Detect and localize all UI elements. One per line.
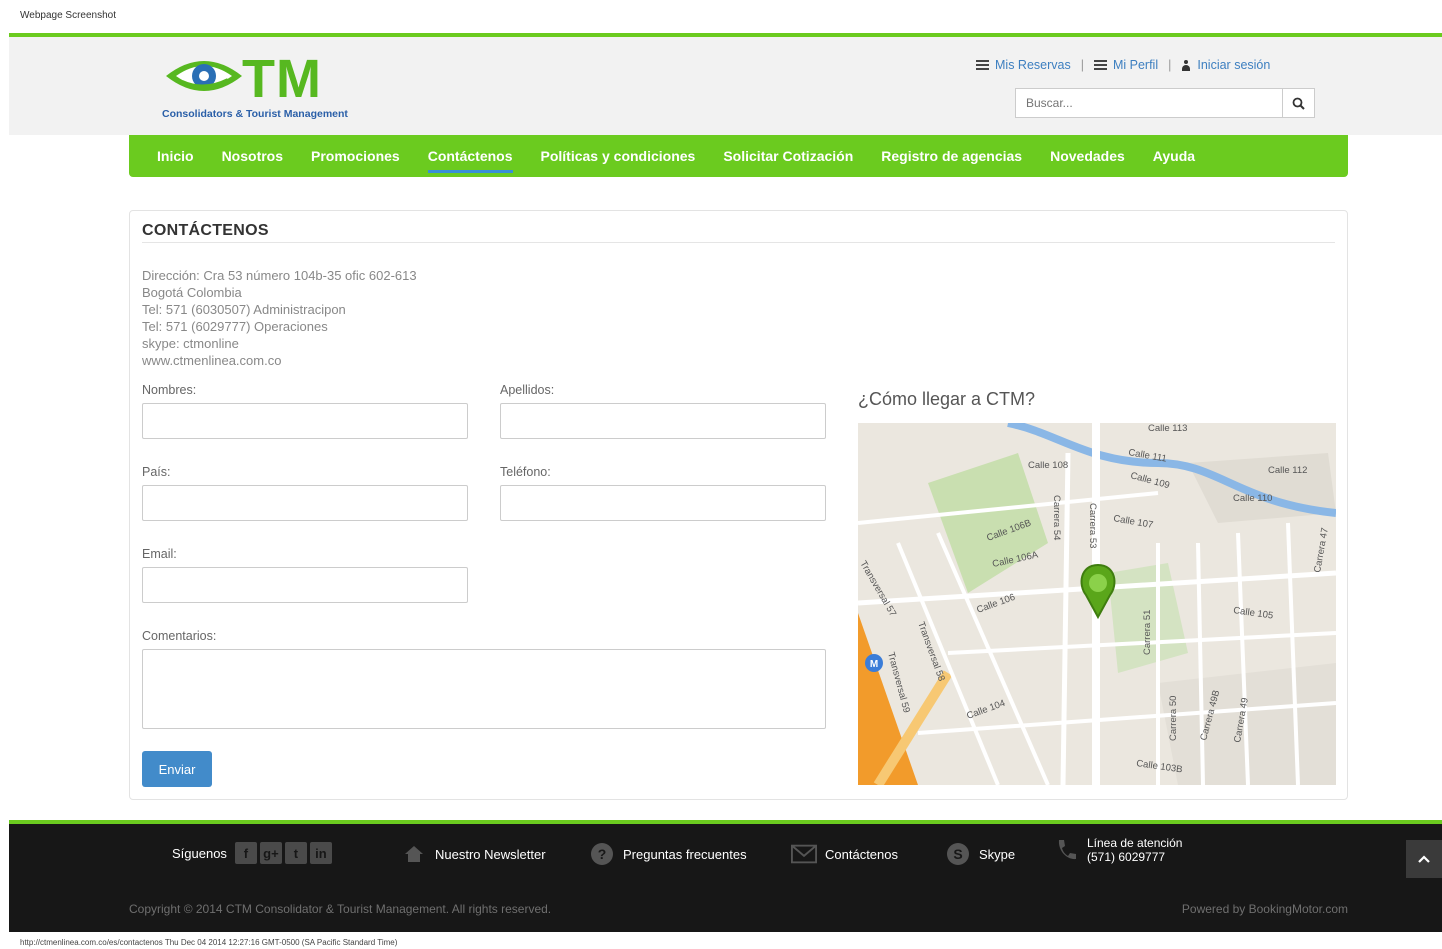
skype-link[interactable]: S Skype	[945, 842, 1015, 866]
phone-icon	[1053, 838, 1079, 862]
footer: Síguenos f g+ t in Nuestro Newsletter ? …	[9, 820, 1442, 932]
search-button[interactable]	[1282, 88, 1315, 118]
twitter-icon[interactable]: t	[284, 842, 307, 864]
map-street-label: Carrera 51	[1142, 610, 1153, 655]
nav-novedades[interactable]: Novedades	[1036, 135, 1139, 177]
my-reservations-label: Mis Reservas	[995, 58, 1071, 72]
logo-subtitle: Consolidators & Tourist Management	[162, 108, 348, 120]
metro-icon: M	[865, 654, 883, 672]
nav-registro-agencias[interactable]: Registro de agencias	[867, 135, 1036, 177]
address-line: skype: ctmonline	[142, 336, 239, 351]
comments-textarea[interactable]	[142, 649, 826, 729]
skype-label: Skype	[979, 846, 1016, 862]
nav-contactenos[interactable]: Contáctenos	[414, 135, 527, 177]
ctm-logo[interactable]: TM Consolidators & Tourist Management	[162, 49, 372, 125]
nav-politicas[interactable]: Políticas y condiciones	[527, 135, 710, 177]
address-line: Tel: 571 (6029777) Operaciones	[142, 319, 328, 334]
page-title: CONTÁCTENOS	[142, 222, 269, 239]
first-name-label: Nombres:	[142, 383, 197, 397]
question-icon: ?	[589, 842, 615, 866]
first-name-field[interactable]	[142, 403, 468, 439]
powered-by-link[interactable]: Powered by BookingMotor.com	[1182, 902, 1348, 916]
eye-logo-icon	[166, 61, 242, 91]
map-street-label: Calle 113	[1148, 423, 1187, 434]
nav-promociones[interactable]: Promociones	[297, 135, 414, 177]
facebook-icon[interactable]: f	[234, 842, 257, 864]
email-label: Email:	[142, 547, 177, 561]
location-map[interactable]: Calle 113Calle 111Calle 109Calle 108Call…	[858, 423, 1336, 785]
contact-panel: CONTÁCTENOS Dirección: Cra 53 número 104…	[129, 210, 1348, 800]
login-label: Iniciar sesión	[1197, 58, 1271, 72]
email-field[interactable]	[142, 567, 468, 603]
address-line: Bogotá Colombia	[142, 285, 242, 300]
svg-text:S: S	[953, 846, 962, 862]
logo-title: TM	[242, 49, 322, 109]
newsletter-link[interactable]: Nuestro Newsletter	[401, 842, 546, 866]
address-line: Dirección: Cra 53 número 104b-35 ofic 60…	[142, 268, 417, 283]
nav-nosotros[interactable]: Nosotros	[208, 135, 297, 177]
account-links: Mis Reservas | Mi Perfil | Iniciar sesió…	[976, 58, 1270, 72]
phone-label: Teléfono:	[500, 465, 551, 479]
back-to-top-button[interactable]	[1406, 840, 1442, 878]
list-icon	[976, 60, 989, 70]
svg-text:M: M	[870, 659, 878, 670]
my-profile-link[interactable]: Mi Perfil	[1093, 58, 1159, 72]
social-links: Síguenos f g+ t in	[172, 842, 332, 864]
address-line: Tel: 571 (6030507) Administracipon	[142, 302, 346, 317]
map-street-label: Carrera 50	[1168, 696, 1179, 741]
status-url: http://ctmenlinea.com.co/es/contactenos …	[20, 938, 398, 947]
map-street-label: Calle 112	[1268, 465, 1307, 476]
link-separator: |	[1080, 58, 1084, 72]
screenshot-caption: Webpage Screenshot	[20, 10, 116, 21]
send-button[interactable]: Enviar	[142, 751, 212, 787]
search-box	[1015, 88, 1315, 118]
helpline-text: Línea de atención (571) 6029777	[1087, 836, 1182, 864]
follow-label: Síguenos	[172, 845, 227, 861]
newsletter-label: Nuestro Newsletter	[435, 846, 546, 862]
phone-field[interactable]	[500, 485, 826, 521]
google-plus-icon[interactable]: g+	[259, 842, 282, 864]
search-icon	[1292, 97, 1305, 110]
main-nav: Inicio Nosotros Promociones Contáctenos …	[129, 135, 1348, 177]
nav-inicio[interactable]: Inicio	[143, 135, 208, 177]
map-street-label: Calle 110	[1233, 493, 1272, 504]
faq-link[interactable]: ? Preguntas frecuentes	[589, 842, 747, 866]
envelope-icon	[791, 842, 817, 866]
map-street-label: Carrera 53	[1087, 503, 1098, 548]
helpline: Línea de atención (571) 6029777	[1053, 836, 1182, 864]
chevron-up-icon	[1418, 855, 1430, 863]
user-icon	[1181, 59, 1191, 71]
last-name-field[interactable]	[500, 403, 826, 439]
copyright-text: Copyright © 2014 CTM Consolidator & Tour…	[129, 902, 552, 916]
social-icons: f g+ t in	[234, 842, 332, 864]
my-reservations-link[interactable]: Mis Reservas	[976, 58, 1071, 72]
map-street-label: Calle 108	[1028, 460, 1068, 471]
helpline-label: Línea de atención	[1087, 836, 1183, 850]
comments-label: Comentarios:	[142, 629, 217, 643]
contact-address: Dirección: Cra 53 número 104b-35 ofic 60…	[142, 267, 417, 369]
map-street-label: Carrera 54	[1051, 495, 1062, 540]
footer-contact-label: Contáctenos	[825, 846, 898, 862]
faq-label: Preguntas frecuentes	[623, 846, 747, 862]
helpline-number: (571) 6029777	[1087, 850, 1166, 864]
search-input[interactable]	[1015, 88, 1282, 118]
list-icon	[1093, 60, 1107, 70]
linkedin-icon[interactable]: in	[309, 842, 332, 864]
nav-ayuda[interactable]: Ayuda	[1139, 135, 1209, 177]
title-divider	[142, 242, 1335, 243]
my-profile-label: Mi Perfil	[1112, 58, 1159, 72]
login-link[interactable]: Iniciar sesión	[1181, 58, 1270, 72]
footer-contact-link[interactable]: Contáctenos	[791, 842, 898, 866]
home-icon	[401, 842, 427, 866]
link-separator: |	[1168, 58, 1172, 72]
address-line: www.ctmenlinea.com.co	[142, 353, 282, 368]
nav-cotizacion[interactable]: Solicitar Cotización	[709, 135, 867, 177]
footer-accent-bar	[9, 820, 1442, 824]
country-label: País:	[142, 465, 171, 479]
last-name-label: Apellidos:	[500, 383, 555, 397]
svg-text:?: ?	[598, 846, 607, 862]
country-field[interactable]	[142, 485, 468, 521]
map-title: ¿Cómo llegar a CTM?	[858, 389, 1036, 409]
skype-icon: S	[945, 842, 971, 866]
